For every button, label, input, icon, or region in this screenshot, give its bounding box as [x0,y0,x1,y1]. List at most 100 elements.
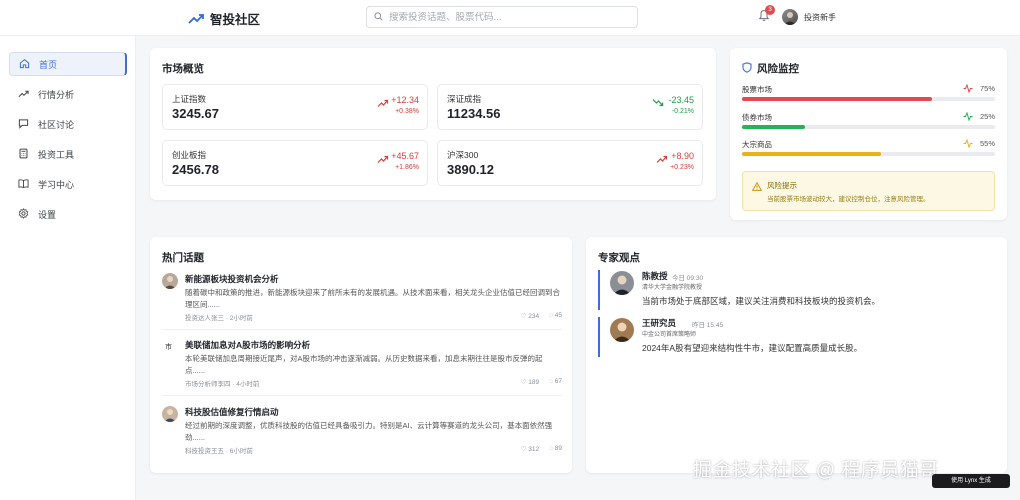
sidebar-item-label: 社区讨论 [38,119,75,130]
sidebar-item-label: 投资工具 [38,149,75,160]
topic-title[interactable]: 科技股估值修复行情启动 [185,406,279,418]
index-change: +45.67 [391,151,419,161]
expert-name: 王研究员 [642,318,677,328]
index-percent: -0.21% [671,108,694,115]
comment-count[interactable]: ◌ 89 [549,445,562,453]
topic-stats: ♡ 312 ◌ 89 [521,445,562,453]
top-bar: 智投社区 3 投资新手 [0,0,1020,36]
expert-time: 昨日 15:45 [692,322,724,329]
sidebar-item-label: 设置 [38,209,57,220]
topic-title[interactable]: 新能源板块投资机会分析 [185,273,279,285]
sidebar-item-home[interactable]: 首页 [9,52,127,76]
topic-description: 经过前期的深度调整，优质科技股的估值已经具备吸引力。特别是AI、云计算等赛道的龙… [185,421,553,442]
index-percent: +0.38% [395,108,419,115]
expert-org: 清华大学金融学院教授 [642,285,703,291]
notification-badge: 3 [765,5,775,15]
user-avatar[interactable] [782,9,798,25]
index-card-shenzhen[interactable]: 深证成指 11234.56 -23.45 -0.21% [437,84,703,130]
avatar [610,318,634,342]
index-value: 3245.67 [172,106,219,121]
trend-icon [18,88,29,101]
sidebar-item-learning[interactable]: 学习中心 [9,172,127,196]
chat-icon [18,118,29,131]
expert-item[interactable]: 王研究员 昨日 15:45 中金公司首席策略师 2024年A股有望迎来结构性牛市… [598,317,996,357]
expert-item[interactable]: 陈教授 今日 09:30 清华大学金融学院教授 当前市场处于底部区域，建议关注消… [598,270,996,310]
avatar [610,271,634,295]
risk-monitor-title: 风险监控 [757,63,799,75]
search-icon [374,10,383,24]
comment-icon: ◌ [549,378,553,385]
hot-topics-title: 热门话题 [162,252,204,264]
index-change: +8.90 [671,151,694,161]
risk-alert-title: 风险提示 [767,181,797,190]
index-card-shanghai[interactable]: 上证指数 3245.67 +12.34 +0.38% [162,84,428,130]
topic-item[interactable]: 新能源板块投资机会分析 随着碳中和政策的推进，新能源板块迎来了前所未有的发展机遇… [162,271,562,323]
risk-alert-box: 风险提示 当前股票市场波动较大，建议控制仓位，注意风险管理。 [742,171,995,211]
trend-up-icon [656,155,668,163]
divider [162,395,562,396]
like-count[interactable]: ♡ 234 [521,312,540,320]
index-name: 沪深300 [447,150,479,160]
index-value: 3890.12 [447,162,494,177]
sidebar-item-label: 行情分析 [38,89,75,100]
book-icon [18,178,29,191]
topic-description: 本轮美联储加息周期接近尾声，对A股市场的冲击逐渐减弱。从历史数据来看，加息末期往… [185,354,543,375]
trend-up-icon [377,99,389,107]
sidebar-item-market-analysis[interactable]: 行情分析 [9,82,127,106]
search-input[interactable] [389,11,629,23]
comment-count[interactable]: ◌ 67 [549,378,562,386]
watermark-text: 掘金技术社区 @ 程序员猫哥 [693,460,939,481]
topic-title[interactable]: 美联储加息对A股市场的影响分析 [185,339,310,351]
topic-meta: 市场分析师李四 · 4小时前 [185,381,260,388]
divider [162,329,562,330]
heart-icon: ♡ [520,313,527,320]
sidebar-item-community[interactable]: 社区讨论 [9,112,127,136]
calculator-icon [18,148,29,161]
risk-label: 债券市场 [742,113,772,122]
search-box[interactable] [366,6,638,28]
risk-percent: 55% [979,139,995,148]
index-value: 11234.56 [447,106,501,121]
expert-quote: 当前市场处于底部区域，建议关注消费和科技板块的投资机会。 [642,296,881,306]
logo[interactable]: 智投社区 [188,9,260,28]
index-card-csi300[interactable]: 沪深300 3890.12 +8.90 +0.23% [437,140,703,186]
avatar [162,406,178,422]
risk-bar-track [742,125,995,129]
like-count[interactable]: ♡ 189 [521,378,540,386]
comment-icon: ◌ [549,445,553,452]
topic-stats: ♡ 234 ◌ 45 [521,312,562,320]
activity-icon [963,139,973,148]
index-value: 2456.78 [172,162,219,177]
risk-percent: 25% [979,112,995,121]
expert-opinions-title: 专家观点 [598,252,640,264]
index-percent: +1.86% [395,164,419,171]
topic-meta: 科技投资王五 · 6小时前 [185,448,253,455]
comment-count[interactable]: ◌ 45 [549,312,562,320]
warning-icon [751,180,763,194]
index-name: 深证成指 [447,94,482,104]
lynx-badge: 使用 Lynx 生成 [932,474,1010,488]
topic-item[interactable]: 市 美联储加息对A股市场的影响分析 本轮美联储加息周期接近尾声，对A股市场的冲击… [162,337,562,389]
risk-percent: 75% [979,84,995,93]
expert-org: 中金公司首席策略师 [642,332,697,338]
topic-description: 随着碳中和政策的推进，新能源板块迎来了前所未有的发展机遇。从技术面来看，相关龙头… [185,288,560,309]
like-count[interactable]: ♡ 312 [521,445,540,453]
heart-icon: ♡ [520,446,527,453]
trend-up-icon [377,155,389,163]
trend-down-icon [652,99,664,107]
shield-icon [742,62,752,76]
activity-icon [963,112,973,121]
hot-topics-card: 热门话题 新能源板块投资机会分析 随着碳中和政策的推进，新能源板块迎来了前所未有… [150,237,572,473]
risk-bar-fill [742,152,882,156]
index-card-chinext[interactable]: 创业板指 2456.78 +45.67 +1.86% [162,140,428,186]
expert-opinions-card: 专家观点 陈教授 今日 09:30 清华大学金融学院教授 当前市场处于底部区域，… [586,237,1007,473]
comment-icon: ◌ [549,312,553,319]
risk-bar-fill [742,125,806,129]
user-name[interactable]: 投资新手 [804,12,836,23]
topic-item[interactable]: 科技股估值修复行情启动 经过前期的深度调整，优质科技股的估值已经具备吸引力。特别… [162,404,562,456]
sidebar-item-settings[interactable]: 设置 [9,202,127,226]
topic-meta: 投资达人张三 · 2小时前 [185,315,253,322]
sidebar: 首页 行情分析 社区讨论 投资工具 学习中心 设置 [0,36,136,500]
market-overview-card: 市场概览 上证指数 3245.67 +12.34 +0.38% 深证成指 112… [150,48,716,200]
sidebar-item-tools[interactable]: 投资工具 [9,142,127,166]
